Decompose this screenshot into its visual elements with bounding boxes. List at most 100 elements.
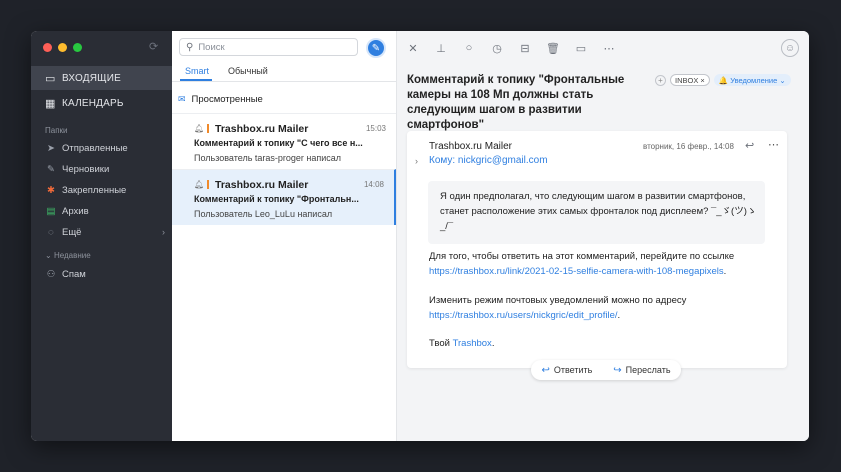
list-tabs: Smart Обычный: [172, 61, 396, 82]
trash-icon[interactable]: 🗑︎: [545, 40, 561, 56]
edit-profile-link[interactable]: https://trashbox.ru/users/nickgric/edit_…: [429, 310, 618, 321]
mail-window: ⟳ ▭ ВХОДЯЩИЕ ▦ КАЛЕНДАРЬ Папки ➤ Отправл…: [31, 31, 809, 441]
para2-text: Изменить режим почтовых уведомлений можн…: [429, 295, 687, 306]
reader-toolbar: ✕ ⊥ ○ ◷ ⊟ 🗑︎ ▭ ⋯ ☺: [397, 31, 809, 65]
more-icon[interactable]: ⋯: [768, 138, 779, 151]
email-subject: Комментарий к топику "Фронтальные камеры…: [407, 74, 625, 131]
pencil-icon: ✎: [371, 42, 381, 54]
user-icon: ⚇: [46, 268, 56, 280]
zoom-window-button[interactable]: [73, 43, 82, 52]
message-list: ⚲ Поиск ✎ Smart Обычный ✉ Просмотренные …: [172, 31, 397, 441]
priority-marker: [207, 180, 209, 189]
sidebar-item-more[interactable]: ◌ Ещё ›: [45, 223, 165, 241]
sidebar-item-label: Спам: [62, 268, 86, 280]
signature-end: .: [491, 338, 495, 349]
forward-button[interactable]: ↪ Переслать: [613, 365, 670, 376]
inbox-icon: ▭: [45, 72, 56, 85]
folders-section-label: Папки: [45, 126, 68, 135]
search-input[interactable]: ⚲ Поиск: [179, 38, 358, 56]
reply-instructions: Для того, чтобы ответить на этот коммент…: [429, 249, 779, 279]
sync-icon[interactable]: ⟳: [149, 40, 158, 53]
reply-button[interactable]: ↩ Ответить: [541, 365, 592, 376]
pin-icon[interactable]: ⊥: [433, 40, 449, 56]
message-sender: Trashbox.ru Mailer: [215, 123, 309, 135]
sidebar-item-calendar[interactable]: ▦ КАЛЕНДАРЬ: [31, 91, 172, 115]
avatar[interactable]: ☺: [781, 39, 799, 57]
reading-pane: ✕ ⊥ ○ ◷ ⊟ 🗑︎ ▭ ⋯ ☺ Комментарий к топику …: [397, 31, 809, 441]
chevron-down-icon: ⌄: [45, 251, 52, 260]
close-icon[interactable]: ✕: [405, 40, 421, 56]
message-preview: Пользователь taras-proger написал: [194, 153, 342, 163]
quote-text: Я один предполагал, что следующим шагом …: [440, 191, 757, 232]
minimize-window-button[interactable]: [58, 43, 67, 52]
recent-label: Недавние: [53, 251, 91, 260]
archive-icon: ▤: [46, 205, 56, 217]
calendar-icon: ▦: [45, 97, 56, 110]
sidebar-item-inbox[interactable]: ▭ ВХОДЯЩИЕ: [31, 66, 172, 90]
tags-row: + INBOX × 🔔 Уведомление ⌄: [655, 74, 791, 86]
folder-icon[interactable]: ▭: [573, 40, 589, 56]
signature-text: Твой: [429, 338, 450, 349]
inbox-tag[interactable]: INBOX ×: [670, 74, 710, 86]
send-icon: ➤: [47, 142, 55, 154]
search-placeholder: Поиск: [198, 41, 225, 53]
clock-icon[interactable]: ◷: [489, 40, 505, 56]
notification-settings-text: Изменить режим почтовых уведомлений можн…: [429, 293, 779, 323]
email-card: Trashbox.ru Mailer › Кому: nickgric@gmai…: [407, 131, 787, 380]
reply-label: Ответить: [553, 365, 593, 375]
sidebar-item-label: Ещё: [62, 226, 82, 238]
forward-icon: ↪: [613, 364, 622, 376]
sidebar-item-label: КАЛЕНДАРЬ: [62, 97, 124, 109]
list-item[interactable]: 🔔︎ Trashbox.ru Mailer 14:08 Комментарий …: [172, 169, 396, 225]
tab-regular[interactable]: Обычный: [228, 66, 268, 76]
window-controls: [43, 43, 82, 52]
group-header: ✉ Просмотренные: [178, 94, 263, 105]
mark-done-icon[interactable]: ○: [461, 40, 477, 56]
reply-icon[interactable]: ↩: [745, 139, 754, 152]
more-circle-icon: ◌: [48, 226, 54, 238]
sidebar-item-sent[interactable]: ➤ Отправленные: [45, 139, 165, 157]
para1-end: .: [723, 266, 727, 277]
trashbox-link[interactable]: Trashbox: [453, 338, 492, 349]
chevron-right-icon: ›: [162, 227, 165, 237]
sidebar-item-archive[interactable]: ▤ Архив: [45, 202, 165, 220]
recent-section-label[interactable]: ⌄ Недавние: [45, 251, 91, 260]
chevron-right-icon[interactable]: ›: [415, 156, 418, 166]
sidebar-item-pinned[interactable]: ✱ Закрепленные: [45, 181, 165, 199]
pin-icon: ✱: [47, 184, 55, 196]
reply-icon: ↩: [541, 364, 550, 376]
active-tab-indicator: [180, 79, 212, 81]
reply-bar: ↩ Ответить ↪ Переслать: [531, 360, 681, 380]
archive-icon[interactable]: ⊟: [517, 40, 533, 56]
forward-label: Переслать: [625, 365, 671, 375]
sidebar-item-drafts[interactable]: ✎ Черновики: [45, 160, 165, 178]
email-date: вторник, 16 февр., 14:08: [643, 142, 734, 151]
sidebar-item-label: Черновики: [62, 163, 110, 175]
message-subject: Комментарий к топику "С чего все н...: [194, 138, 363, 148]
tab-smart[interactable]: Smart: [185, 66, 209, 76]
group-header-label: Просмотренные: [191, 94, 263, 105]
notification-tag[interactable]: 🔔 Уведомление ⌄: [713, 74, 791, 86]
signature: Твой Trashbox.: [429, 336, 779, 351]
list-item[interactable]: 🔔︎ Trashbox.ru Mailer 15:03 Комментарий …: [172, 113, 396, 169]
search-icon: ⚲: [186, 41, 194, 53]
more-icon[interactable]: ⋯: [601, 40, 617, 56]
message-sender: Trashbox.ru Mailer: [215, 179, 309, 191]
comment-link[interactable]: https://trashbox.ru/link/2021-02-15-self…: [429, 266, 724, 277]
priority-marker: [207, 124, 209, 133]
envelope-open-icon: ✉: [178, 94, 186, 104]
sidebar: ⟳ ▭ ВХОДЯЩИЕ ▦ КАЛЕНДАРЬ Папки ➤ Отправл…: [31, 31, 172, 441]
sidebar-item-spam[interactable]: ⚇ Спам: [45, 265, 165, 283]
add-tag-button[interactable]: +: [655, 74, 666, 86]
email-from: Trashbox.ru Mailer: [429, 141, 512, 152]
sidebar-item-label: Закрепленные: [62, 184, 127, 196]
close-window-button[interactable]: [43, 43, 52, 52]
bell-icon: 🔔︎: [194, 180, 205, 189]
para1-text: Для того, чтобы ответить на этот коммент…: [429, 251, 735, 262]
quoted-comment: Я один предполагал, что следующим шагом …: [428, 181, 765, 244]
email-to[interactable]: Кому: nickgric@gmail.com: [429, 155, 548, 166]
sidebar-item-label: Отправленные: [62, 142, 128, 154]
message-time: 14:08: [363, 180, 384, 189]
compose-button[interactable]: ✎: [366, 38, 386, 58]
bell-icon: 🔔︎: [194, 124, 205, 133]
